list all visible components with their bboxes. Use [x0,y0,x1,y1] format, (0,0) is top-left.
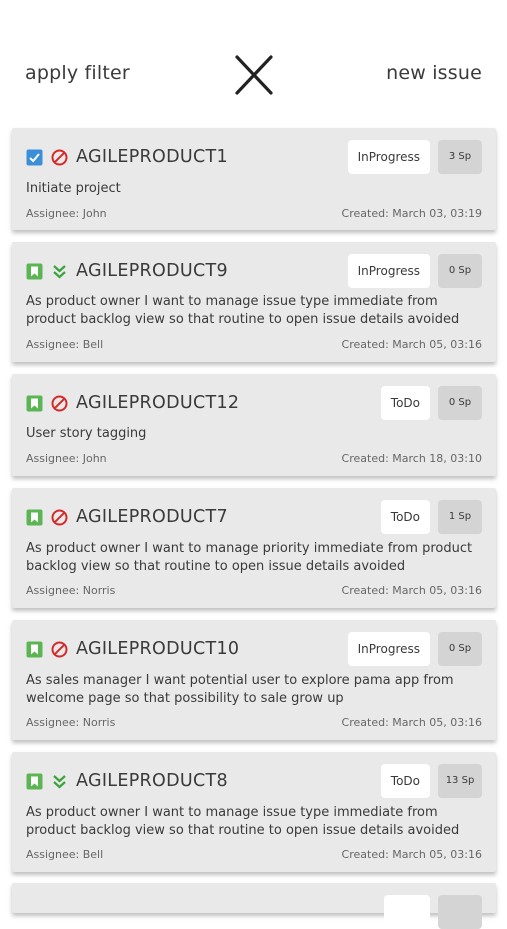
issue-title-row: AGILEPRODUCT7 [26,506,228,528]
blocker-icon [51,149,68,165]
status-badge[interactable]: ToDo [380,500,430,534]
issue-key: AGILEPRODUCT10 [76,639,240,659]
assignee-label: Assignee: Bell [26,338,104,351]
status-badge[interactable]: InProgress [347,632,430,666]
issue-summary: As product owner I want to manage priori… [26,541,473,574]
assignee-label: Assignee: Norris [26,584,116,597]
story-points-badge: 0 Sp [438,632,482,666]
issue-key: AGILEPRODUCT8 [76,771,228,791]
issue-title-row: AGILEPRODUCT10 [26,638,239,660]
status-badge[interactable]: ToDo [380,764,430,798]
issue-meta: Assignee: Norris Created: March 05, 03:1… [26,584,482,597]
issue-meta: Assignee: John Created: March 03, 03:19 [26,207,482,220]
issue-key: AGILEPRODUCT7 [76,507,228,527]
issue-title-row: AGILEPRODUCT8 [26,770,228,792]
issue-summary: As product owner I want to manage issue … [26,805,460,838]
blocker-icon [51,509,68,525]
top-bar: apply filter new issue [0,0,507,120]
issue-card-partial[interactable] [12,883,496,929]
story-icon [26,509,43,525]
issue-key: AGILEPRODUCT1 [76,147,228,167]
assignee-label: Assignee: John [26,452,107,465]
assignee-label: Assignee: John [26,207,107,220]
lowest-priority-icon [53,774,66,788]
created-date: Created: March 05, 03:16 [341,716,482,729]
blocker-icon [51,395,68,411]
issue-card[interactable]: AGILEPRODUCT9 InProgress 0 Sp As product… [12,242,496,362]
checkbox-icon [26,149,43,165]
issue-title-row: AGILEPRODUCT12 [26,392,239,414]
created-date: Created: March 05, 03:16 [341,848,482,861]
created-date: Created: March 03, 03:19 [341,207,482,220]
blocker-icon [51,641,68,657]
story-points-badge: 13 Sp [438,764,482,798]
issue-meta: Assignee: John Created: March 18, 03:10 [26,452,482,465]
issue-meta: Assignee: Bell Created: March 05, 03:16 [26,338,482,351]
lowest-priority-icon [53,264,66,278]
assignee-label: Assignee: Norris [26,716,116,729]
issue-meta: Assignee: Bell Created: March 05, 03:16 [26,848,482,861]
issue-title-row: AGILEPRODUCT1 [26,146,228,168]
issue-summary: As product owner I want to manage issue … [26,294,460,327]
issue-card[interactable]: AGILEPRODUCT10 InProgress 0 Sp As sales … [12,620,496,740]
issue-summary: User story tagging [26,426,147,441]
status-badge[interactable]: ToDo [380,386,430,420]
apply-filter-button[interactable]: apply filter [25,62,130,84]
created-date: Created: March 05, 03:16 [341,338,482,351]
issue-card[interactable]: AGILEPRODUCT8 ToDo 13 Sp As product owne… [12,752,496,872]
status-badge-placeholder [384,895,430,929]
story-points-badge: 0 Sp [438,386,482,420]
status-badge[interactable]: InProgress [347,254,430,288]
story-icon [26,395,43,411]
story-icon [26,773,43,789]
status-badge[interactable]: InProgress [347,140,430,174]
issue-title-row: AGILEPRODUCT9 [26,260,228,282]
issue-card[interactable]: AGILEPRODUCT7 ToDo 1 Sp As product owner… [12,488,496,608]
story-points-badge: 0 Sp [438,254,482,288]
created-date: Created: March 05, 03:16 [341,584,482,597]
assignee-label: Assignee: Bell [26,848,104,861]
created-date: Created: March 18, 03:10 [341,452,482,465]
story-points-badge: 3 Sp [438,140,482,174]
new-issue-button[interactable]: new issue [386,62,482,84]
issue-card[interactable]: AGILEPRODUCT12 ToDo 0 Sp User story tagg… [12,374,496,476]
issue-summary: As sales manager I want potential user t… [26,673,454,706]
story-points-badge-placeholder [438,895,482,929]
story-icon [26,263,43,279]
issue-key: AGILEPRODUCT9 [76,261,228,281]
issue-card[interactable]: AGILEPRODUCT1 InProgress 3 Sp Initiate p… [12,128,496,230]
issue-summary: Initiate project [26,181,121,196]
close-icon[interactable] [234,55,274,95]
issue-key: AGILEPRODUCT12 [76,393,240,413]
story-icon [26,641,43,657]
story-points-badge: 1 Sp [438,500,482,534]
issue-meta: Assignee: Norris Created: March 05, 03:1… [26,716,482,729]
